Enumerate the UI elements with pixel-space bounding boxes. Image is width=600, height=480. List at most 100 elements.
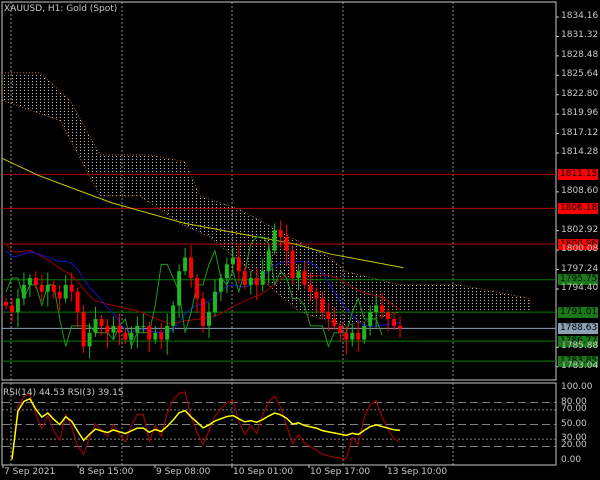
price-chart[interactable] — [0, 0, 600, 480]
y-tick-label: 1797.24 — [561, 263, 599, 274]
y-tick-label: 1819.96 — [561, 108, 599, 119]
bull-candle — [153, 332, 158, 340]
rsi-level-label: 0.00 — [561, 455, 582, 465]
bull-candle — [87, 332, 92, 347]
bear-candle — [123, 332, 128, 340]
bear-candle — [69, 284, 74, 292]
bear-candle — [344, 332, 349, 340]
x-axis-label: 9 Sep 08:00 — [156, 467, 211, 477]
bear-candle — [338, 325, 343, 333]
bull-candle — [248, 278, 253, 285]
bear-candle — [302, 271, 307, 285]
bull-candle — [111, 325, 116, 333]
bear-candle — [75, 291, 80, 313]
price-tag-red: 1806.18 — [558, 202, 598, 214]
bull-candle — [206, 312, 211, 326]
bear-candle — [380, 305, 385, 313]
bear-candle — [326, 312, 331, 320]
bear-candle — [284, 236, 289, 251]
bull-candle — [27, 278, 32, 285]
bull-candle — [135, 325, 140, 333]
bull-candle — [224, 264, 229, 279]
bear-candle — [332, 319, 337, 326]
rsi-level-label: 100.00 — [561, 382, 593, 392]
bear-candle — [189, 257, 194, 279]
bear-candle — [195, 278, 200, 299]
x-axis-label: 10 Sep 17:00 — [310, 467, 371, 477]
bull-candle — [171, 305, 176, 326]
bull-candle — [21, 284, 26, 299]
bear-candle — [254, 278, 259, 285]
bull-candle — [129, 332, 134, 340]
rsi-level-label: 50.00 — [561, 418, 587, 429]
ichimoku-cloud — [1, 72, 531, 327]
y-tick-label: 1785.88 — [561, 341, 599, 352]
bear-candle — [236, 257, 241, 272]
bear-candle — [99, 319, 104, 326]
bear-candle — [39, 284, 44, 292]
bull-candle — [374, 305, 379, 313]
bear-candle — [356, 332, 361, 340]
bull-candle — [350, 332, 355, 340]
bear-candle — [57, 291, 62, 299]
y-tick-label: 1822.80 — [561, 88, 599, 99]
bull-candle — [368, 312, 373, 326]
y-tick-label: 1817.12 — [561, 127, 599, 138]
bear-candle — [81, 312, 86, 347]
bull-candle — [183, 257, 188, 272]
y-tick-label: 1800.08 — [561, 244, 599, 255]
bear-candle — [159, 332, 164, 340]
y-tick-label: 1783.04 — [561, 360, 599, 371]
bear-candle — [105, 325, 110, 333]
bull-candle — [165, 325, 170, 340]
x-axis-label: 8 Sep 15:00 — [79, 467, 134, 477]
bear-candle — [278, 230, 283, 237]
x-axis-label: 13 Sep 10:00 — [387, 467, 448, 477]
bull-candle — [141, 325, 146, 327]
bear-candle — [314, 291, 319, 299]
bear-candle — [147, 325, 152, 340]
bull-candle — [177, 271, 182, 306]
y-tick-label: 1825.64 — [561, 69, 599, 80]
bear-candle — [51, 284, 56, 292]
bear-candle — [242, 271, 247, 285]
bull-candle — [63, 284, 68, 299]
price-tag-red: 1811.15 — [558, 168, 598, 180]
y-tick-label: 1794.40 — [561, 282, 599, 293]
x-axis-label: 10 Sep 01:00 — [233, 467, 294, 477]
bull-candle — [218, 278, 223, 292]
x-axis-label: 7 Sep 2021 — [4, 467, 56, 477]
rsi-level-label: 20.00 — [561, 440, 587, 451]
bull-candle — [296, 271, 301, 279]
price-tag-grey: 1788.63 — [558, 322, 598, 334]
bear-candle — [308, 284, 313, 292]
chart-title: XAUUSD, H1: Gold (Spot) — [4, 4, 118, 14]
bear-candle — [9, 305, 14, 313]
rsi14-line — [11, 397, 401, 460]
bear-candle — [398, 325, 403, 329]
bear-candle — [386, 312, 391, 320]
bull-candle — [266, 250, 271, 272]
price-tag-green: 1791.01 — [558, 306, 598, 318]
bear-candle — [201, 298, 206, 326]
bull-candle — [212, 291, 217, 313]
rsi-indicator-label: RSI(14) 44.53 RSI(3) 39.15 — [3, 388, 124, 398]
bull-candle — [260, 271, 265, 285]
y-tick-label: 1834.16 — [561, 11, 599, 21]
bull-candle — [45, 284, 50, 292]
bull-candle — [15, 298, 20, 313]
y-tick-label: 1802.92 — [561, 224, 599, 235]
y-tick-label: 1814.28 — [561, 146, 599, 157]
y-tick-label: 1831.32 — [561, 30, 599, 41]
y-tick-label: 1808.60 — [561, 185, 599, 196]
bear-candle — [392, 319, 397, 326]
bull-candle — [272, 230, 277, 251]
y-tick-label: 1828.48 — [561, 49, 599, 60]
bear-candle — [117, 325, 122, 333]
bull-candle — [230, 257, 235, 265]
bull-candle — [362, 325, 367, 340]
bear-candle — [290, 250, 295, 279]
bear-candle — [320, 298, 325, 313]
bear-candle — [4, 301, 8, 306]
bull-candle — [93, 319, 98, 333]
